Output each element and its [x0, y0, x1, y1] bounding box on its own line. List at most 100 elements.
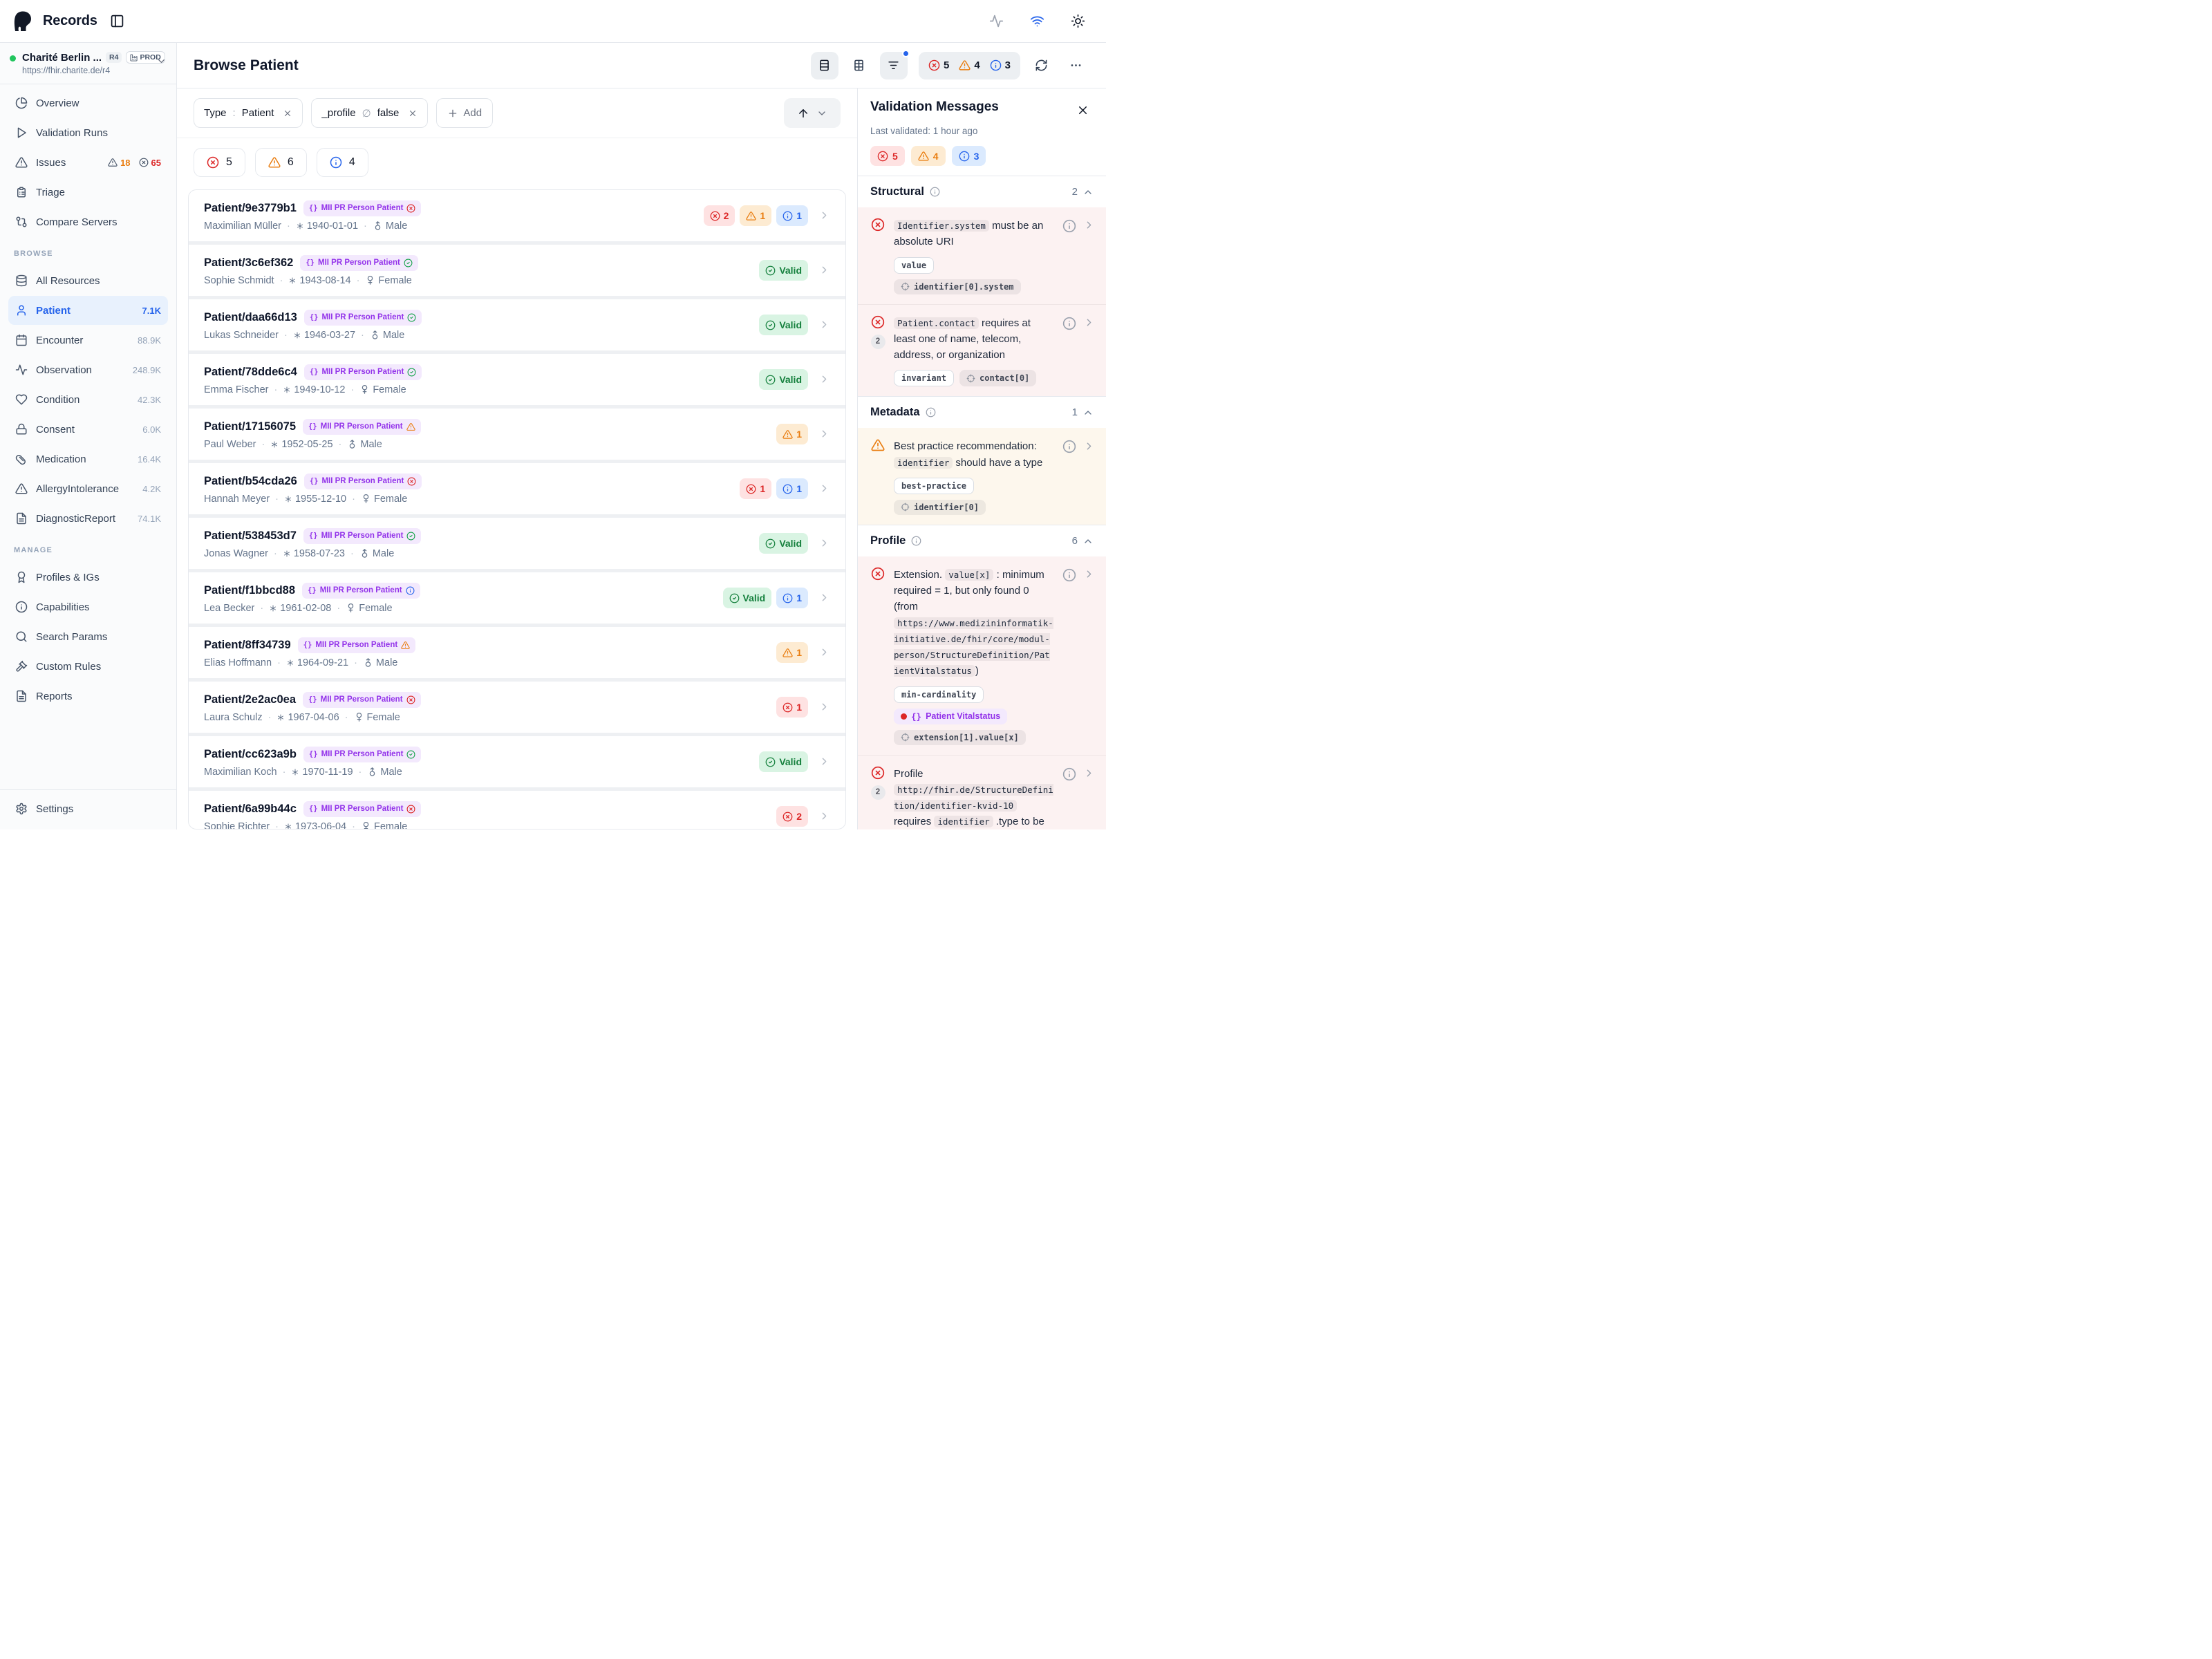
patient-row[interactable]: Patient/f1bbcd88 {}MII PR Person Patient…	[189, 572, 845, 624]
list-view-button[interactable]	[811, 52, 838, 79]
patient-row[interactable]: Patient/8ff34739 {}MII PR Person Patient…	[189, 627, 845, 678]
chevron-right-icon[interactable]	[818, 592, 830, 604]
sidebar-item-validation-runs[interactable]: Validation Runs	[8, 118, 168, 147]
patient-row[interactable]: Patient/538453d7 {}MII PR Person Patient…	[189, 518, 845, 569]
sidebar-item-diagnosticreport[interactable]: DiagnosticReport74.1K	[8, 504, 168, 533]
chevron-right-icon[interactable]	[1083, 568, 1095, 581]
warning-triangle-icon	[959, 59, 971, 71]
validation-message[interactable]: Identifier.system must be an absolute UR…	[858, 207, 1106, 304]
chevron-right-icon[interactable]	[818, 373, 830, 386]
sidebar-item-observation[interactable]: Observation248.9K	[8, 355, 168, 384]
chevron-up-icon[interactable]	[1082, 406, 1094, 418]
validation-message[interactable]: Best practice recommendation: identifier…	[858, 428, 1106, 525]
filter-button[interactable]	[880, 52, 908, 79]
profile-badge: {}MII PR Person Patient	[303, 692, 421, 708]
validation-summary-group[interactable]: 543	[919, 52, 1020, 79]
filter-chip-profile[interactable]: _profile∅false	[311, 98, 428, 128]
sidebar-toggle-button[interactable]	[106, 10, 129, 32]
filter-bar: Type:Patient _profile∅false Add	[177, 88, 857, 138]
result-stat-info[interactable]: 4	[317, 148, 368, 177]
add-filter-button[interactable]: Add	[436, 98, 493, 128]
remove-filter-icon[interactable]	[283, 109, 292, 118]
check-circle-icon	[407, 313, 416, 322]
sidebar-item-profiles-igs[interactable]: Profiles & IGs	[8, 563, 168, 592]
chevron-right-icon[interactable]	[818, 537, 830, 550]
chevron-right-icon[interactable]	[1083, 440, 1095, 452]
message-info-icon[interactable]	[1062, 219, 1076, 233]
birth-asterisk-icon	[283, 550, 291, 558]
validation-message[interactable]: 2 Profile http://fhir.de/StructureDefini…	[858, 755, 1106, 830]
patient-row[interactable]: Patient/6a99b44c {}MII PR Person Patient…	[189, 791, 845, 830]
sidebar-item-all-resources[interactable]: All Resources	[8, 266, 168, 295]
sun-icon[interactable]	[1067, 10, 1089, 32]
refresh-button[interactable]	[1027, 52, 1055, 79]
sidebar-item-settings[interactable]: Settings	[8, 794, 168, 823]
patient-row[interactable]: Patient/3c6ef362 {}MII PR Person Patient…	[189, 245, 845, 296]
patient-row[interactable]: Patient/daa66d13 {}MII PR Person Patient…	[189, 299, 845, 350]
error-circle-icon	[871, 315, 885, 329]
workspace-selector[interactable]: Charité Berlin ... R4 PROD https://fhir.…	[0, 43, 176, 84]
sidebar-item-patient[interactable]: Patient7.1K	[8, 296, 168, 325]
section-header[interactable]: Metadata 1	[858, 396, 1106, 428]
chevron-up-icon[interactable]	[1082, 535, 1094, 547]
validation-message[interactable]: Extension. value[x] : minimum required =…	[858, 556, 1106, 755]
filter-chip-type[interactable]: Type:Patient	[194, 98, 303, 128]
profile-badge: {}MII PR Person Patient	[303, 200, 422, 216]
wifi-icon[interactable]	[1026, 10, 1049, 32]
message-info-icon[interactable]	[1062, 568, 1076, 582]
sidebar-item-encounter[interactable]: Encounter88.9K	[8, 326, 168, 355]
sidebar-item-condition[interactable]: Condition42.3K	[8, 385, 168, 414]
activity-icon[interactable]	[985, 10, 1008, 32]
sidebar-item-compare-servers[interactable]: Compare Servers	[8, 207, 168, 236]
sidebar-item-custom-rules[interactable]: Custom Rules	[8, 652, 168, 681]
result-stat-warning[interactable]: 6	[255, 148, 307, 177]
info-circle-icon	[330, 156, 342, 169]
chevron-right-icon[interactable]	[818, 810, 830, 823]
message-info-icon[interactable]	[1062, 440, 1076, 453]
chevron-right-icon[interactable]	[818, 701, 830, 713]
patient-row[interactable]: Patient/b54cda26 {}MII PR Person Patient…	[189, 463, 845, 514]
validation-message[interactable]: 2 Patient.contact requires at least one …	[858, 304, 1106, 397]
table-view-button[interactable]	[845, 52, 873, 79]
patient-row[interactable]: Patient/9e3779b1 {}MII PR Person Patient…	[189, 190, 845, 241]
sidebar-item-reports[interactable]: Reports	[8, 682, 168, 711]
section-header[interactable]: Profile 6	[858, 525, 1106, 556]
sort-button[interactable]	[784, 98, 841, 128]
chevron-up-icon[interactable]	[1082, 186, 1094, 198]
sidebar-item-allergyintolerance[interactable]: AllergyIntolerance4.2K	[8, 474, 168, 503]
chevron-right-icon[interactable]	[818, 428, 830, 440]
chevron-right-icon[interactable]	[1083, 317, 1095, 329]
message-info-icon[interactable]	[1062, 317, 1076, 330]
chevron-right-icon[interactable]	[1083, 219, 1095, 232]
section-header[interactable]: Structural 2	[858, 176, 1106, 207]
patient-gender: Male	[373, 548, 394, 559]
chevron-right-icon[interactable]	[818, 209, 830, 222]
error-circle-icon	[746, 484, 756, 494]
info-circle-icon	[1062, 568, 1076, 582]
chevron-right-icon	[818, 373, 830, 385]
chevron-right-icon[interactable]	[818, 756, 830, 768]
sidebar-item-triage[interactable]: Triage	[8, 178, 168, 207]
sidebar-item-medication[interactable]: Medication16.4K	[8, 444, 168, 474]
sidebar-item-overview[interactable]: Overview	[8, 88, 168, 118]
clipboard-icon	[15, 186, 28, 198]
more-button[interactable]	[1062, 52, 1089, 79]
patient-row[interactable]: Patient/78dde6c4 {}MII PR Person Patient…	[189, 354, 845, 405]
patient-row[interactable]: Patient/17156075 {}MII PR Person Patient…	[189, 409, 845, 460]
remove-filter-icon[interactable]	[408, 109, 418, 118]
patient-id: Patient/3c6ef362	[204, 256, 293, 270]
chevron-right-icon[interactable]	[1083, 767, 1095, 780]
close-icon[interactable]	[1072, 100, 1094, 121]
sidebar-item-issues[interactable]: Issues1865	[8, 148, 168, 177]
sidebar-item-consent[interactable]: Consent6.0K	[8, 415, 168, 444]
chevron-right-icon[interactable]	[818, 646, 830, 659]
patient-row[interactable]: Patient/2e2ac0ea {}MII PR Person Patient…	[189, 682, 845, 733]
patient-row[interactable]: Patient/cc623a9b {}MII PR Person Patient…	[189, 736, 845, 787]
chevron-right-icon[interactable]	[818, 264, 830, 276]
sidebar-item-capabilities[interactable]: Capabilities	[8, 592, 168, 621]
sidebar-item-search-params[interactable]: Search Params	[8, 622, 168, 651]
chevron-right-icon[interactable]	[818, 319, 830, 331]
result-stat-error[interactable]: 5	[194, 148, 245, 177]
message-info-icon[interactable]	[1062, 767, 1076, 781]
chevron-right-icon[interactable]	[818, 482, 830, 495]
